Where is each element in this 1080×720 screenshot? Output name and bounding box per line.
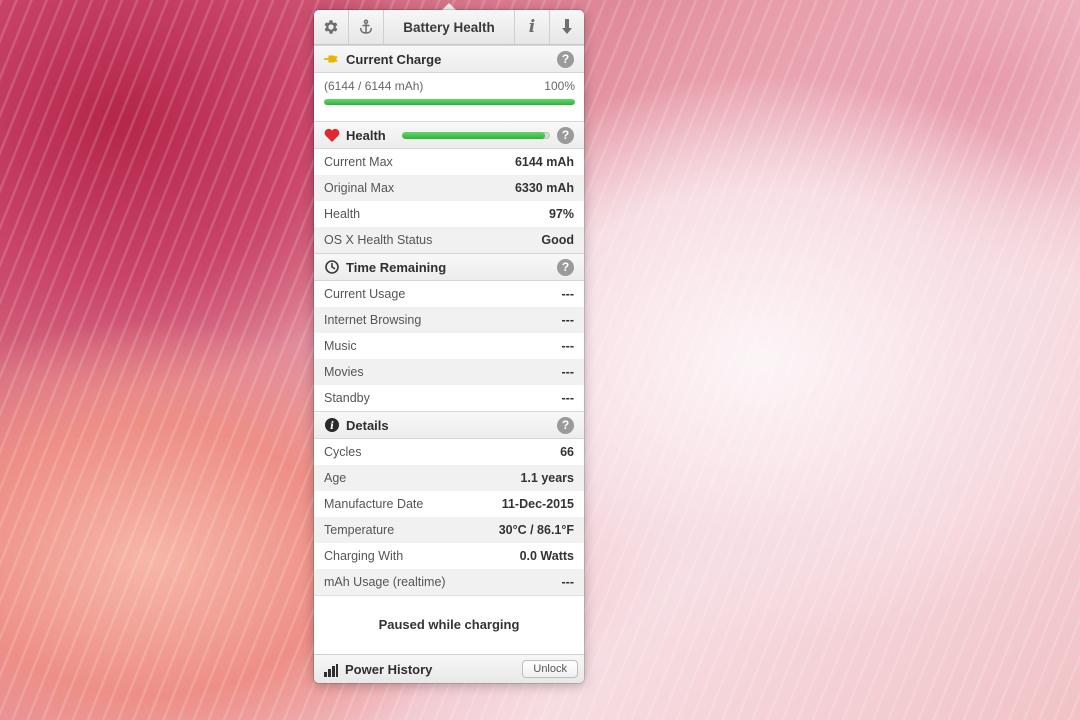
row-label: OS X Health Status xyxy=(324,233,433,247)
power-history-title: Power History xyxy=(345,661,433,677)
row-value: 6330 mAh xyxy=(514,181,574,195)
details-title: Details xyxy=(346,417,389,433)
row-value: --- xyxy=(561,575,575,589)
row-label: Health xyxy=(324,207,361,221)
time-remaining-title: Time Remaining xyxy=(346,259,447,275)
power-history-bar: Power History Unlock xyxy=(314,654,584,683)
details-table: Cycles 66 Age 1.1 years Manufacture Date 11… xyxy=(314,439,584,595)
row-label: Charging With xyxy=(324,549,404,563)
table-row: Temperature 30°C / 86.1°F xyxy=(314,517,584,543)
power-history-status: Paused while charging xyxy=(314,595,584,652)
anchor-icon[interactable] xyxy=(349,10,384,44)
current-charge-header: Current Charge ? xyxy=(314,45,584,73)
help-icon[interactable]: ? xyxy=(557,126,574,144)
table-row: Cycles 66 xyxy=(314,439,584,465)
current-charge-panel: (6144 / 6144 mAh) 100% xyxy=(314,73,584,121)
row-value: Good xyxy=(541,233,574,247)
row-label: mAh Usage (realtime) xyxy=(324,575,446,589)
health-table: Current Max 6144 mAh Original Max 6330 mAh… xyxy=(314,149,584,253)
info-icon[interactable]: i xyxy=(514,10,549,44)
time-remaining-table: Current Usage --- Internet Browsing --- Mu… xyxy=(314,281,584,411)
table-row: Health 97% xyxy=(314,201,584,227)
table-row: Movies --- xyxy=(314,359,584,385)
table-row: Internet Browsing --- xyxy=(314,307,584,333)
table-row: Standby --- xyxy=(314,385,584,411)
help-icon[interactable]: ? xyxy=(557,416,574,434)
toolbar-title: Battery Health xyxy=(403,19,495,35)
toolbar: Battery Health i xyxy=(314,10,584,45)
bar-chart-icon xyxy=(324,661,340,677)
current-charge-title: Current Charge xyxy=(346,51,442,67)
plug-icon xyxy=(324,51,340,67)
health-progress-bar xyxy=(401,131,550,139)
row-label: Current Max xyxy=(324,155,393,169)
details-header: i Details ? xyxy=(314,411,584,439)
row-label: Standby xyxy=(324,391,370,405)
table-row: Current Usage --- xyxy=(314,281,584,307)
row-label: Internet Browsing xyxy=(324,313,422,327)
row-value: --- xyxy=(561,287,575,301)
row-value: --- xyxy=(561,339,575,353)
row-label: Current Usage xyxy=(324,287,406,301)
charge-progress-bar xyxy=(324,99,575,105)
row-label: Music xyxy=(324,339,357,353)
clock-icon xyxy=(324,259,340,275)
row-value: 97% xyxy=(548,207,574,221)
unlock-button[interactable]: Unlock xyxy=(522,660,578,678)
table-row: Age 1.1 years xyxy=(314,465,584,491)
row-value: 30°C / 86.1°F xyxy=(498,523,574,537)
health-title: Health xyxy=(346,127,386,143)
gear-icon[interactable] xyxy=(314,10,349,44)
charge-mah-text: (6144 / 6144 mAh) xyxy=(324,79,424,93)
table-row: OS X Health Status Good xyxy=(314,227,584,253)
row-value: 11-Dec-2015 xyxy=(501,497,574,511)
download-icon[interactable] xyxy=(549,10,584,44)
row-label: Manufacture Date xyxy=(324,497,424,511)
table-row: Original Max 6330 mAh xyxy=(314,175,584,201)
battery-health-popover: Battery Health i Current Charge ? (6144 … xyxy=(314,10,584,683)
heart-icon xyxy=(324,127,340,143)
help-icon[interactable]: ? xyxy=(557,258,574,276)
row-label: Original Max xyxy=(324,181,395,195)
info-circle-icon: i xyxy=(324,417,340,433)
row-value: --- xyxy=(561,313,575,327)
table-row: Music --- xyxy=(314,333,584,359)
table-row: Charging With 0.0 Watts xyxy=(314,543,584,569)
row-value: 6144 mAh xyxy=(514,155,574,169)
row-label: Age xyxy=(324,471,347,485)
charge-progress-fill xyxy=(324,99,575,105)
table-row: Manufacture Date 11-Dec-2015 xyxy=(314,491,584,517)
table-row: mAh Usage (realtime) --- xyxy=(314,569,584,595)
time-remaining-header: Time Remaining ? xyxy=(314,253,584,281)
charge-percent-text: 100% xyxy=(544,79,575,93)
table-row: Current Max 6144 mAh xyxy=(314,149,584,175)
help-icon[interactable]: ? xyxy=(557,50,574,68)
row-value: 1.1 years xyxy=(520,471,574,485)
row-value: 0.0 Watts xyxy=(519,549,574,563)
row-label: Temperature xyxy=(324,523,395,537)
health-header: Health ? xyxy=(314,121,584,149)
health-progress-fill xyxy=(401,131,546,139)
row-value: --- xyxy=(561,365,575,379)
row-value: 66 xyxy=(560,445,574,459)
svg-text:i: i xyxy=(330,421,334,432)
row-label: Movies xyxy=(324,365,364,379)
row-label: Cycles xyxy=(324,445,362,459)
row-value: --- xyxy=(561,391,575,405)
